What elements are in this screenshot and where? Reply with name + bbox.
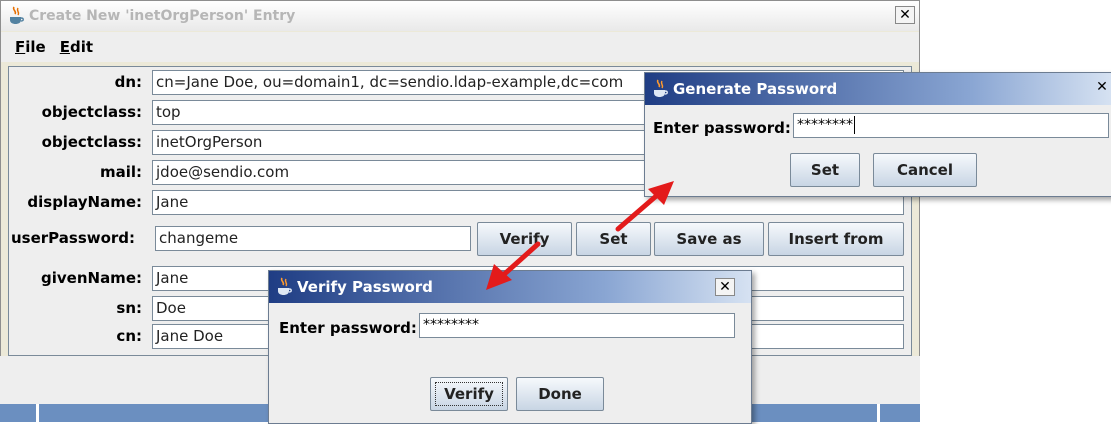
java-cup-icon [278,277,292,295]
close-icon: ✕ [719,279,731,295]
sn-label: sn: [116,299,142,317]
objectclass-label: objectclass: [41,103,142,121]
close-icon: ✕ [899,7,911,23]
insert-from-button[interactable]: Insert from [768,222,904,256]
menu-file-label: ile [25,38,46,56]
verify-dialog-verify-button[interactable]: Verify [430,377,508,411]
close-icon: ✕ [1096,79,1108,95]
generate-password-label: Enter password: [653,119,791,137]
givenname-label: givenName: [41,269,142,287]
arrow-to-generate-dialog [615,181,674,232]
mail-label: mail: [99,163,142,181]
generate-password-mask: ******** [797,117,853,133]
menu-bar: File Edit [1,32,919,62]
java-cup-icon [10,6,24,24]
main-window-title: Create New 'inetOrgPerson' Entry [29,8,296,24]
displayname-label: displayName: [27,193,142,211]
verify-close-button[interactable]: ✕ [715,278,735,296]
cn-label: cn: [116,327,142,345]
generate-password-dialog: Generate Password ✕ Enter password: ****… [644,72,1111,197]
java-cup-icon [654,79,668,97]
edge-divider [877,404,880,422]
userpassword-field[interactable]: changeme [155,226,471,251]
menu-edit[interactable]: Edit [60,38,93,56]
text-caret [854,116,855,134]
main-close-button[interactable]: ✕ [895,6,915,24]
menu-edit-mnemonic: E [59,38,70,56]
dn-label: dn: [114,73,142,91]
generate-close-button[interactable]: ✕ [1092,79,1111,97]
generate-cancel-button[interactable]: Cancel [873,153,977,187]
verify-dialog-title: Verify Password [297,278,433,296]
menu-file[interactable]: File [15,38,46,56]
verify-password-mask: ******** [423,317,479,333]
menu-edit-label: dit [69,38,94,56]
objectclass-label-2: objectclass: [41,133,142,151]
arrow-to-verify-dialog [486,241,541,290]
main-titlebar[interactable]: Create New 'inetOrgPerson' Entry ✕ [1,1,919,31]
verify-password-label: Enter password: [279,319,417,337]
generate-dialog-titlebar[interactable]: Generate Password ✕ [645,73,1111,105]
generate-dialog-title: Generate Password [673,80,838,98]
edge-divider [36,404,39,422]
userpassword-label: userPassword: [11,229,136,247]
generate-set-button[interactable]: Set [790,153,860,187]
menu-file-mnemonic: F [15,38,26,56]
verify-dialog-done-button[interactable]: Done [516,377,604,411]
verify-password-input[interactable]: ******** [419,313,735,338]
generate-password-input[interactable]: ******** [793,113,1109,138]
